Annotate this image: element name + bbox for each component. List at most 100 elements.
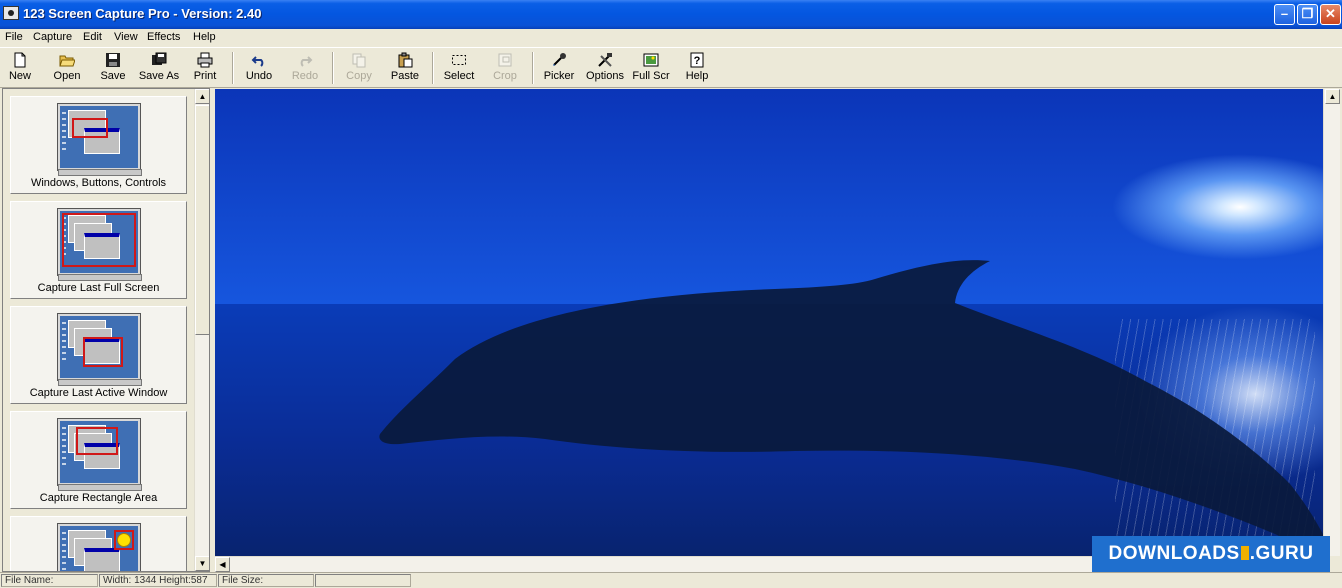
arrow-up-icon: ▲ [198,92,207,101]
panel-vertical-scrollbar[interactable]: ▲ ▼ [194,89,209,571]
full-screen-icon [643,52,659,68]
minimize-button[interactable]: – [1274,4,1295,25]
status-pane-empty [315,574,411,587]
menu-bar: File Capture Edit View Effects Help [0,29,1342,47]
scroll-down-button[interactable]: ▼ [195,556,209,571]
picker-button[interactable]: Picker [537,50,581,86]
options-label: Options [586,70,624,82]
monitor-icon [57,103,142,176]
eyedropper-icon [551,52,567,68]
undo-button[interactable]: Undo [237,50,281,86]
svg-text:?: ? [694,55,701,67]
arrow-left-icon: ◀ [219,560,226,569]
menu-help[interactable]: Help [191,31,218,43]
status-bar: File Name: Width: 1344 Height:587 File S… [0,572,1342,588]
copy-icon [351,52,367,68]
menu-edit[interactable]: Edit [81,31,104,43]
status-file-size: File Size: [218,574,314,587]
help-label: Help [685,70,709,82]
crop-label: Crop [493,70,517,82]
help-button[interactable]: ? Help [675,50,719,86]
toolbar-separator [532,52,534,84]
undo-label: Undo [245,70,273,82]
scroll-up-button[interactable]: ▲ [195,89,209,104]
printer-icon [197,52,213,68]
app-camera-icon[interactable] [3,6,19,20]
capture-mode-label: Capture Rectangle Area [39,492,158,504]
status-file-name: File Name: [1,574,98,587]
menu-effects[interactable]: Effects [145,31,182,43]
undo-icon [251,52,267,68]
menu-view[interactable]: View [112,31,140,43]
window-title: 123 Screen Capture Pro - Version: 2.40 [23,6,262,21]
toolbar-separator [432,52,434,84]
help-icon: ? [689,52,705,68]
close-button[interactable]: ✕ [1320,4,1341,25]
watermark-text-left: DOWNLOADS [1108,543,1240,564]
save-label: Save [100,70,126,82]
full-screen-label: Full Scr [632,70,670,82]
capture-mode-panel: Windows, Buttons, Controls Capture Last … [2,88,210,572]
picker-label: Picker [543,70,575,82]
toolbar: New Open Save Save As Print Undo Redo Co… [0,47,1342,88]
save-as-button[interactable]: Save As [137,50,181,86]
capture-mode-rectangle-area[interactable]: Capture Rectangle Area [10,411,187,509]
print-button[interactable]: Print [183,50,227,86]
toolbar-separator [232,52,234,84]
scroll-left-button[interactable]: ◀ [215,557,230,572]
menu-file[interactable]: File [3,31,25,43]
capture-mode-scrolling[interactable] [10,516,187,571]
print-label: Print [193,70,217,82]
scroll-up-button[interactable]: ▲ [1325,89,1340,104]
downloads-guru-watermark: DOWNLOADS .GURU [1092,536,1330,572]
open-label: Open [53,70,81,82]
minimize-icon: – [1280,6,1289,21]
monitor-icon [57,418,142,491]
redo-button[interactable]: Redo [283,50,327,86]
copy-label: Copy [346,70,372,82]
close-icon: ✕ [1325,6,1336,21]
status-dimensions: Width: 1344 Height:587 [99,574,217,587]
save-as-label: Save As [138,70,180,82]
dolphin-image [379,260,1323,556]
crop-icon [497,52,513,68]
capture-mode-label: Capture Last Full Screen [37,282,160,294]
scroll-thumb[interactable] [195,105,209,335]
canvas-vertical-scrollbar[interactable]: ▲ [1323,89,1340,556]
title-bar[interactable]: 123 Screen Capture Pro - Version: 2.40 –… [0,0,1342,29]
download-arrow-icon [1240,546,1249,560]
monitor-icon [57,313,142,386]
maximize-button[interactable]: ❐ [1297,4,1318,25]
open-folder-icon [59,52,76,68]
new-file-icon [12,52,28,68]
paste-icon [397,52,413,68]
save-as-icon [151,52,167,68]
select-label: Select [443,70,475,82]
smiley-icon [117,533,131,547]
options-button[interactable]: Options [583,50,627,86]
toolbar-separator [332,52,334,84]
select-button[interactable]: Select [437,50,481,86]
paste-button[interactable]: Paste [383,50,427,86]
monitor-icon [57,523,141,571]
paste-label: Paste [390,70,420,82]
monitor-icon [57,208,142,281]
arrow-down-icon: ▼ [198,559,207,568]
redo-icon [297,52,313,68]
open-button[interactable]: Open [45,50,89,86]
watermark-text-right: .GURU [1249,543,1314,564]
capture-mode-windows-controls[interactable]: Windows, Buttons, Controls [10,96,187,194]
capture-mode-last-active-window[interactable]: Capture Last Active Window [10,306,187,404]
restore-icon: ❐ [1301,6,1314,21]
copy-button[interactable]: Copy [337,50,381,86]
arrow-up-icon: ▲ [1328,92,1337,101]
redo-label: Redo [291,70,319,82]
save-button[interactable]: Save [91,50,135,86]
capture-mode-last-full-screen[interactable]: Capture Last Full Screen [10,201,187,299]
crop-button[interactable]: Crop [483,50,527,86]
image-canvas[interactable] [215,89,1323,556]
full-screen-button[interactable]: Full Scr [629,50,673,86]
new-button[interactable]: New [0,50,42,86]
menu-capture[interactable]: Capture [31,31,74,43]
tools-icon [597,52,613,68]
